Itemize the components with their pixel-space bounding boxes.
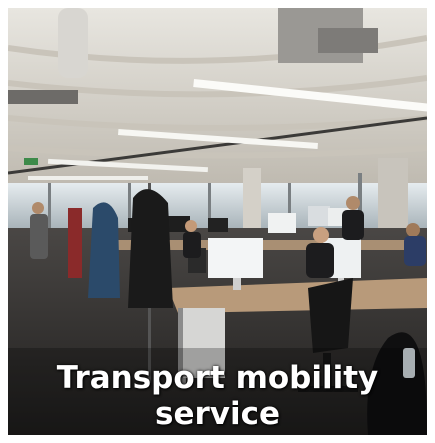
caption: Transport mobility service bbox=[8, 360, 427, 432]
caption-line-1: Transport mobility bbox=[56, 360, 379, 396]
exit-sign bbox=[24, 158, 38, 165]
caption-line-2: service bbox=[155, 396, 280, 432]
photo-frame: Transport mobility service bbox=[8, 8, 427, 435]
column bbox=[243, 168, 261, 238]
air-duct bbox=[58, 8, 88, 78]
light-fixture bbox=[28, 176, 148, 180]
